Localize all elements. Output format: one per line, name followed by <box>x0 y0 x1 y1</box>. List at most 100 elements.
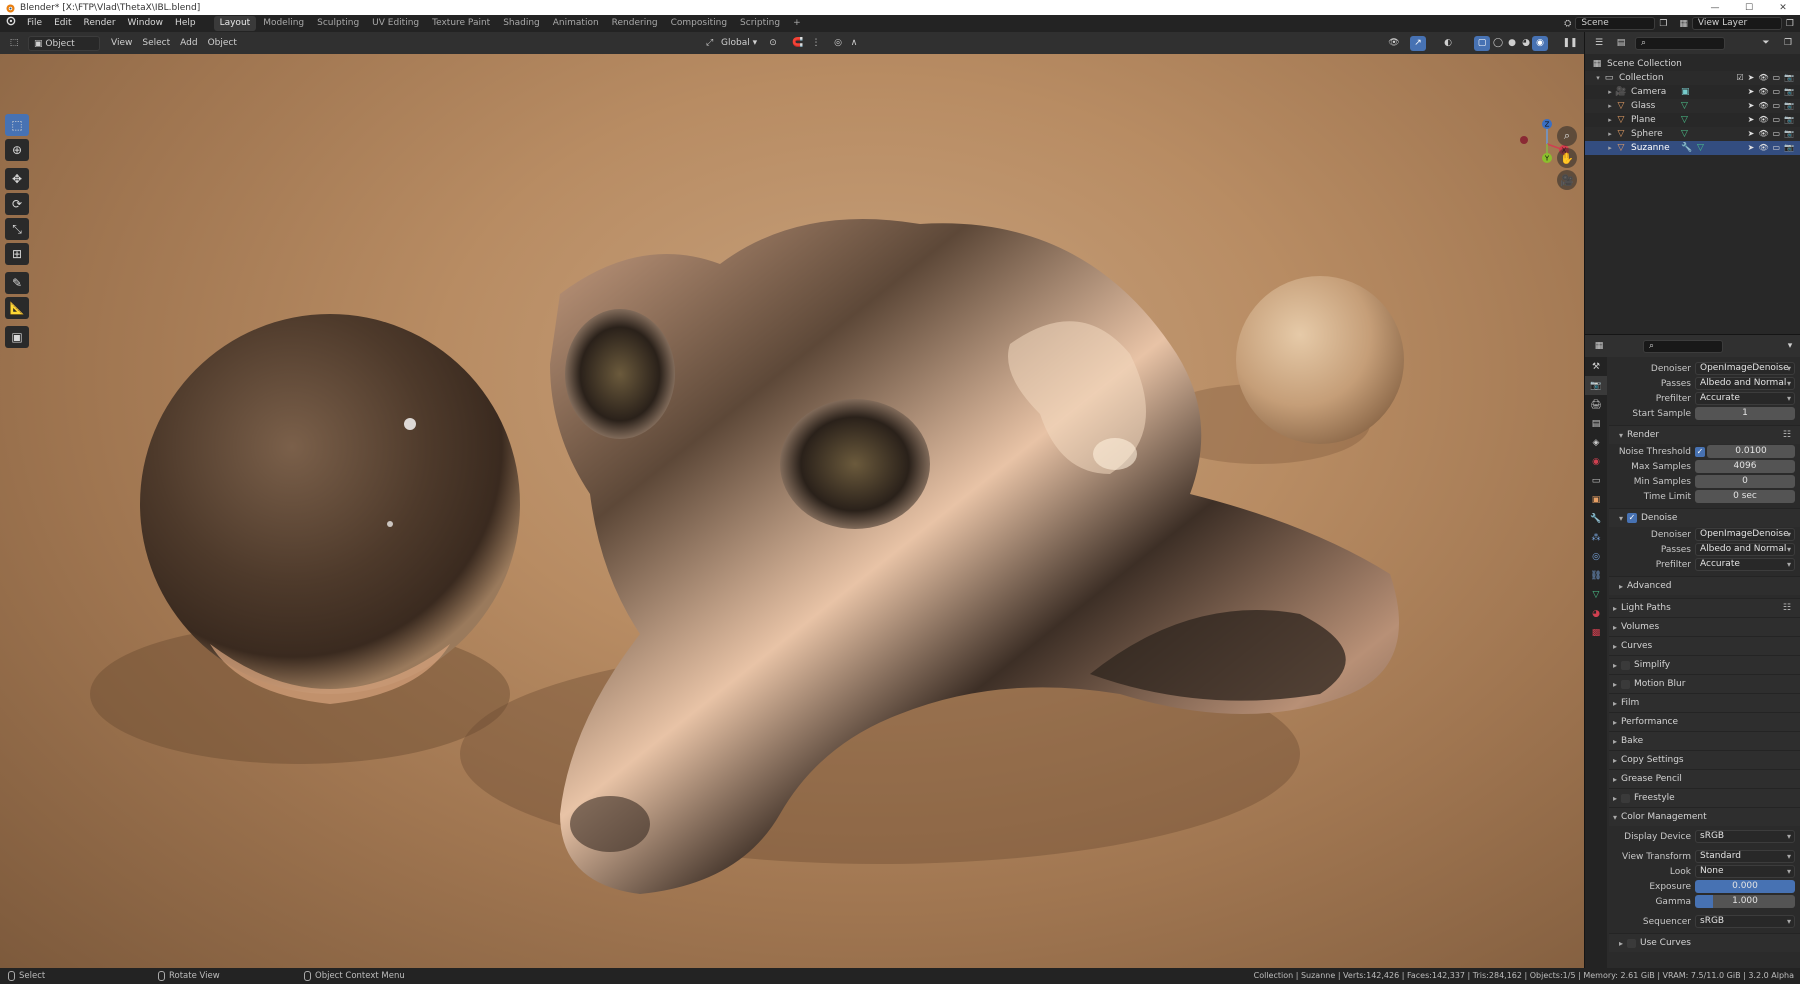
look-dropdown[interactable]: None ▾ <box>1695 865 1795 878</box>
transform-tool[interactable]: ⊞ <box>5 243 29 265</box>
eye-icon[interactable]: 👁 <box>1758 141 1768 155</box>
section-volumes[interactable]: ▸ Volumes <box>1609 617 1800 636</box>
section-freestyle[interactable]: ▸ Freestyle <box>1609 788 1800 807</box>
outliner-item-suzanne[interactable]: ▸ ▽ Suzanne 🔧 ▽ ➤ 👁 ▭ 📷 <box>1585 141 1800 155</box>
menu-file[interactable]: File <box>21 15 48 32</box>
object-tab[interactable]: ▣ <box>1585 490 1607 509</box>
outliner-item-plane[interactable]: ▸ ▽ Plane ▽ ➤ 👁 ▭ 📷 <box>1585 113 1800 127</box>
zoom-button[interactable]: ⌕ <box>1557 126 1577 146</box>
modifier-tab[interactable]: 🔧 <box>1585 509 1607 528</box>
add-workspace-button[interactable]: + <box>787 16 807 31</box>
viewport-icon[interactable]: ▭ <box>1772 71 1780 85</box>
section-light-paths[interactable]: ▸ Light Paths ☷ <box>1609 598 1800 617</box>
eye-icon[interactable]: 👁 <box>1758 71 1768 85</box>
snap-icon[interactable]: 🧲 <box>790 36 806 51</box>
pause-render-icon[interactable]: ❚❚ <box>1562 36 1578 51</box>
viewport-icon[interactable]: ▭ <box>1772 113 1780 127</box>
sequencer-dropdown[interactable]: sRGB ▾ <box>1695 915 1795 928</box>
pan-button[interactable]: ✋ <box>1557 148 1577 168</box>
mode-selector[interactable]: ▣ Object Mode ▾ <box>28 35 100 64</box>
viewport-icon[interactable]: ▭ <box>1772 141 1780 155</box>
scene-selector[interactable]: Scene <box>1575 17 1656 30</box>
start-sample-field[interactable]: 1 <box>1695 407 1795 420</box>
section-simplify[interactable]: ▸ Simplify <box>1609 655 1800 674</box>
tool-tab[interactable]: ⚒ <box>1585 357 1607 376</box>
filter-icon[interactable]: ⏷ <box>1758 36 1774 51</box>
section-bake[interactable]: ▸ Bake <box>1609 731 1800 750</box>
motion-blur-checkbox[interactable] <box>1621 679 1630 689</box>
texture-tab[interactable]: ▩ <box>1585 623 1607 642</box>
viewport-denoiser-dropdown[interactable]: OpenImageDenoise ▾ <box>1695 362 1795 375</box>
tab-scripting[interactable]: Scripting <box>734 16 786 31</box>
eye-icon[interactable]: 👁 <box>1758 113 1768 127</box>
render-subsection-header[interactable]: ▾ Render ☷ <box>1609 425 1800 444</box>
menu-add[interactable]: Add <box>175 36 202 51</box>
eye-icon[interactable]: 👁 <box>1758 85 1768 99</box>
select-icon[interactable]: ➤ <box>1748 99 1755 113</box>
new-view-layer-icon[interactable]: ❐ <box>1786 19 1794 29</box>
section-grease-pencil[interactable]: ▸ Grease Pencil <box>1609 769 1800 788</box>
menu-select[interactable]: Select <box>137 36 175 51</box>
viewport-prefilter-dropdown[interactable]: Accurate ▾ <box>1695 392 1795 405</box>
noise-threshold-field[interactable]: 0.0100 <box>1707 445 1795 458</box>
render-icon[interactable]: 📷 <box>1784 141 1794 155</box>
particles-tab[interactable]: ⁂ <box>1585 528 1607 547</box>
exclude-checkbox-icon[interactable]: ☑ <box>1736 71 1743 85</box>
minimize-button[interactable]: — <box>1698 0 1732 15</box>
gamma-slider[interactable]: 1.000 <box>1695 895 1795 908</box>
outliner-editor-icon[interactable]: ☰ <box>1591 36 1607 51</box>
outliner-item-camera[interactable]: ▸ 🎥 Camera ▣ ➤ 👁 ▭ 📷 <box>1585 85 1800 99</box>
freestyle-checkbox[interactable] <box>1621 793 1630 803</box>
tab-animation[interactable]: Animation <box>547 16 605 31</box>
new-scene-icon[interactable]: ❐ <box>1659 19 1667 29</box>
close-button[interactable]: ✕ <box>1766 0 1800 15</box>
denoise-subsection-header[interactable]: ▾ ✓ Denoise <box>1609 508 1800 527</box>
section-curves[interactable]: ▸ Curves <box>1609 636 1800 655</box>
eye-icon[interactable]: 👁 <box>1758 127 1768 141</box>
display-mode-icon[interactable]: ▤ <box>1613 36 1629 51</box>
render-icon[interactable]: 📷 <box>1784 113 1794 127</box>
render-icon[interactable]: 📷 <box>1784 127 1794 141</box>
xray-icon[interactable]: ▢ <box>1474 35 1490 51</box>
section-performance[interactable]: ▸ Performance <box>1609 712 1800 731</box>
outliner-collection[interactable]: ▾ ▭ Collection ☑ ➤ 👁 ▭ 📷 <box>1585 71 1800 85</box>
rotate-tool[interactable]: ⟳ <box>5 193 29 215</box>
tab-layout[interactable]: Layout <box>213 16 257 31</box>
advanced-subsection-header[interactable]: ▸ Advanced <box>1609 576 1800 595</box>
outliner-search-input[interactable]: ⌕ <box>1635 36 1725 50</box>
section-color-management[interactable]: ▾ Color Management <box>1609 807 1800 826</box>
properties-options-icon[interactable]: ▾ <box>1782 339 1798 354</box>
output-tab[interactable]: 🖨 <box>1585 395 1607 414</box>
time-limit-field[interactable]: 0 sec <box>1695 490 1795 503</box>
tab-uv-editing[interactable]: UV Editing <box>366 16 425 31</box>
tab-modeling[interactable]: Modeling <box>257 16 310 31</box>
render-passes-dropdown[interactable]: Albedo and Normal ▾ <box>1695 543 1795 556</box>
menu-render[interactable]: Render <box>78 15 122 32</box>
section-motion-blur[interactable]: ▸ Motion Blur <box>1609 674 1800 693</box>
move-tool[interactable]: ✥ <box>5 168 29 190</box>
properties-search-input[interactable]: ⌕ <box>1643 339 1723 353</box>
render-denoiser-dropdown[interactable]: OpenImageDenoise ▾ <box>1695 528 1795 541</box>
viewport-icon[interactable]: ▭ <box>1772 85 1780 99</box>
viewport-icon[interactable]: ▭ <box>1772 127 1780 141</box>
collection-tab[interactable]: ▭ <box>1585 471 1607 490</box>
menu-view[interactable]: View <box>106 36 137 51</box>
orientation-selector[interactable]: Global ▾ <box>716 36 762 51</box>
use-curves-checkbox[interactable] <box>1627 938 1636 948</box>
render-icon[interactable]: 📷 <box>1784 99 1794 113</box>
visibility-icon[interactable]: 👁 <box>1386 36 1402 51</box>
tab-texture-paint[interactable]: Texture Paint <box>426 16 496 31</box>
list-icon[interactable]: ☷ <box>1783 603 1791 613</box>
constraints-tab[interactable]: ⛓ <box>1585 566 1607 585</box>
select-icon[interactable]: ➤ <box>1748 71 1755 85</box>
new-collection-icon[interactable]: ❐ <box>1780 36 1796 51</box>
gizmo-toggle-icon[interactable]: ↗ <box>1410 35 1426 51</box>
tab-shading[interactable]: Shading <box>497 16 546 31</box>
falloff-icon[interactable]: ∧ <box>846 36 862 51</box>
denoise-checkbox[interactable]: ✓ <box>1627 513 1637 523</box>
cursor-tool[interactable]: ⊕ <box>5 139 29 161</box>
select-icon[interactable]: ➤ <box>1748 85 1755 99</box>
physics-tab[interactable]: ◎ <box>1585 547 1607 566</box>
section-film[interactable]: ▸ Film <box>1609 693 1800 712</box>
camera-view-button[interactable]: 🎥 <box>1557 170 1577 190</box>
